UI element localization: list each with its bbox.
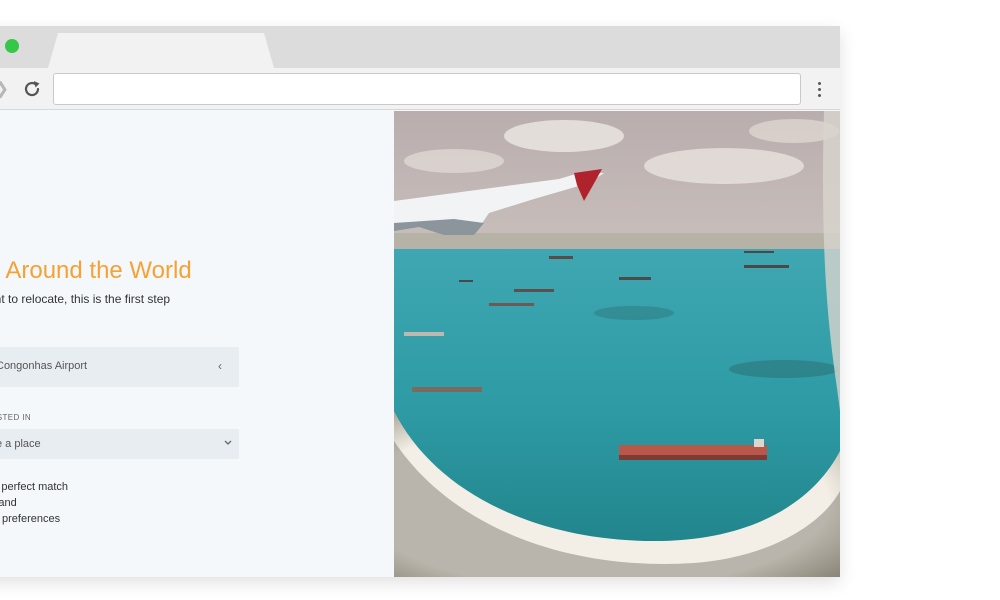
place-select-value: e a place xyxy=(0,438,41,450)
info-list: e to perfect match get and ther preferen… xyxy=(0,479,68,527)
tab-bar xyxy=(0,26,840,68)
form-panel: rk Around the World ant to relocate, thi… xyxy=(0,111,394,577)
interest-label: ESTED IN xyxy=(0,413,32,422)
chevron-left-icon: ‹ xyxy=(218,359,222,373)
page-headline: rk Around the World xyxy=(0,257,192,285)
forward-arrow-icon[interactable]: ❯ xyxy=(0,79,12,99)
info-line: get and xyxy=(0,497,17,509)
location-select[interactable]: Congonhas Airport ‹ xyxy=(0,347,239,387)
browser-toolbar: ❯ xyxy=(0,68,840,110)
info-line: e to perfect match xyxy=(0,481,69,493)
browser-window: ❯ rk Around the World ant to relocate, t… xyxy=(0,26,840,577)
place-select[interactable]: e a place xyxy=(0,429,239,459)
headline-accent: Around the World xyxy=(5,257,192,284)
location-select-value: Congonhas Airport xyxy=(0,360,88,372)
airplane-window-photo xyxy=(394,111,840,577)
hero-photo xyxy=(394,111,840,577)
address-bar[interactable] xyxy=(53,73,801,105)
page-subtitle: ant to relocate, this is the first step xyxy=(0,292,171,306)
window-maximize-dot[interactable] xyxy=(5,39,19,53)
reload-icon[interactable] xyxy=(21,78,43,100)
chevron-down-icon xyxy=(224,440,232,445)
page-content: rk Around the World ant to relocate, thi… xyxy=(0,111,840,577)
kebab-menu-icon[interactable] xyxy=(812,78,826,100)
browser-tab[interactable] xyxy=(48,33,274,68)
info-line: ther preferences xyxy=(0,513,61,525)
